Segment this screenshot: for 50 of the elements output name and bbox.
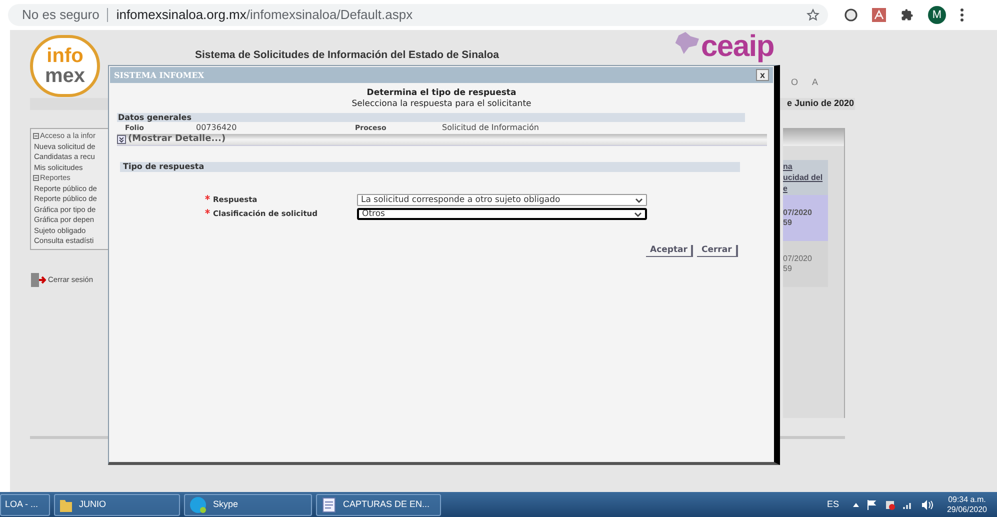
section-header: Datos generales — [117, 113, 745, 122]
taskbar-button[interactable]: Skype — [184, 494, 312, 516]
logout-icon[interactable] — [30, 272, 46, 288]
table-row[interactable]: 07/2020 59 — [783, 241, 828, 287]
chevron-down-icon[interactable] — [117, 135, 126, 144]
dialog-subheading: Selecciona la respuesta para el solicitante — [352, 99, 532, 110]
profile-avatar[interactable]: M — [928, 6, 946, 24]
speaker-icon[interactable] — [920, 500, 933, 510]
security-label: No es seguro — [22, 6, 100, 24]
dialog-heading: Determina el tipo de respuesta — [366, 88, 516, 99]
table-row[interactable]: 07/2020 59 — [783, 195, 828, 241]
process-value: Solicitud de Información — [442, 122, 539, 134]
flag-icon[interactable] — [866, 500, 877, 510]
ceaip-logo: ceaip — [675, 32, 795, 62]
pdf-icon[interactable] — [872, 8, 886, 22]
asterisk-icon — [205, 195, 210, 200]
menu-icon[interactable] — [960, 8, 964, 22]
taskbar-button[interactable]: JUNIO — [54, 494, 180, 516]
chat-app-icon — [189, 496, 207, 514]
select-field[interactable]: Otros — [357, 208, 647, 220]
taskbar-button[interactable]: CAPTURAS DE EN... — [316, 494, 441, 516]
details-toggle[interactable]: (Mostrar Detalle...) — [117, 132, 226, 146]
dialog-title: SISTEMA INFOMEX — [114, 69, 204, 81]
dialog-button[interactable]: Aceptar — [646, 245, 694, 257]
select-field[interactable]: La solicitud corresponde a otro sujeto obligado — [357, 194, 647, 206]
puzzle-icon[interactable] — [900, 8, 914, 22]
star-icon[interactable] — [806, 8, 820, 22]
close-button[interactable]: x — [756, 69, 769, 81]
caret-icon[interactable] — [635, 198, 643, 202]
caret-up-icon[interactable] — [852, 502, 859, 506]
dialog-button[interactable]: Cerrar — [697, 245, 738, 257]
collapse-icon[interactable] — [33, 133, 39, 140]
date-label: e Junio de 2020 — [786, 97, 854, 110]
clock[interactable]: 09:34 a.m. 29/06/2020 — [946, 494, 987, 514]
taskbar-button[interactable]: LOA - ... — [0, 494, 50, 516]
site-title: Sistema de Solicitudes de Información del Estado de Sinaloa — [195, 49, 499, 61]
caret-icon[interactable] — [634, 212, 642, 216]
language-indicator[interactable]: ES — [826, 498, 839, 512]
circle-icon[interactable] — [844, 8, 858, 22]
folio-value: 00736420 — [196, 122, 238, 134]
document-icon — [321, 496, 337, 512]
address-bar[interactable]: No es seguro infomexsinaloa.org.mx/infomexsinaloa/Default.aspx — [8, 4, 828, 26]
info-logo: info mex — [30, 35, 100, 97]
collapse-icon[interactable] — [33, 175, 39, 182]
logo-tagline: O A — [791, 76, 825, 89]
panel-header-bar — [783, 128, 844, 146]
section-header: Tipo de respuesta — [120, 162, 740, 172]
asterisk-icon — [205, 209, 210, 214]
url-text: infomexsinaloa.org.mx/infomexsinaloa/Default.aspx — [116, 6, 413, 24]
table-header: na ucidad del e — [783, 160, 828, 195]
